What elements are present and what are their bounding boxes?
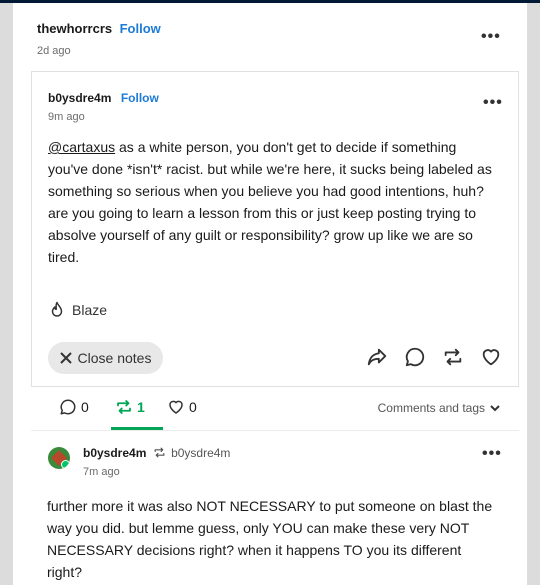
- avatar[interactable]: [48, 447, 70, 469]
- right-gutter: [527, 3, 540, 585]
- post-actions: [366, 346, 502, 368]
- reblogged-from-username[interactable]: b0ysdre4m: [171, 446, 230, 460]
- outer-more-dots-icon[interactable]: •••: [481, 28, 501, 46]
- heart-icon: [169, 400, 183, 414]
- reblog-note: b0ysdre4m b0ysdre4m 7m ago ••• further m…: [31, 430, 519, 585]
- blaze-button[interactable]: Blaze: [48, 301, 107, 319]
- post-body-text: as a white person, you don't get to deci…: [48, 139, 492, 265]
- reblog-more-dots-icon[interactable]: •••: [482, 445, 502, 463]
- reblogs-count: 1: [137, 399, 145, 415]
- comments-count: 0: [81, 399, 89, 415]
- comments-and-tags-dropdown[interactable]: Comments and tags: [378, 401, 501, 415]
- outer-post-time[interactable]: 2d ago: [37, 45, 161, 57]
- reblog-icon[interactable]: [442, 346, 464, 368]
- close-notes-button[interactable]: Close notes: [48, 342, 163, 374]
- likes-count: 0: [189, 399, 197, 415]
- inner-post-header: b0ysdre4m Follow 9m ago: [48, 89, 159, 123]
- post-body: @cartaxus as a white person, you don't g…: [48, 136, 498, 268]
- outer-follow-button[interactable]: Follow: [120, 21, 161, 36]
- flame-icon: [51, 301, 63, 317]
- reblog-badge: [61, 460, 70, 469]
- reblog-icon: [154, 447, 165, 458]
- left-gutter: [0, 3, 13, 585]
- comments-and-tags-label: Comments and tags: [377, 401, 485, 415]
- inner-post-time[interactable]: 9m ago: [48, 111, 159, 123]
- inner-follow-button[interactable]: Follow: [121, 91, 159, 105]
- reblog-time: 7m ago: [83, 466, 120, 478]
- tab-comments[interactable]: 0: [59, 398, 89, 416]
- reblogged-post: b0ysdre4m Follow 9m ago ••• @cartaxus as…: [31, 71, 519, 386]
- reblog-note-header: b0ysdre4m b0ysdre4m 7m ago: [83, 446, 230, 478]
- reblog-icon: [117, 400, 131, 414]
- tab-reblogs[interactable]: 1: [115, 398, 145, 416]
- share-icon[interactable]: [366, 346, 388, 368]
- notes-tabs: 0 1 0 Comments and tags: [31, 386, 519, 430]
- inner-more-dots-icon[interactable]: •••: [483, 94, 503, 112]
- reblog-username[interactable]: b0ysdre4m: [83, 446, 146, 460]
- close-notes-label: Close notes: [77, 350, 152, 366]
- chevron-down-icon: [490, 405, 500, 412]
- close-icon: [59, 352, 72, 364]
- reply-icon[interactable]: [404, 346, 426, 368]
- heart-icon[interactable]: [480, 346, 502, 368]
- outer-post-header: thewhorrcrs Follow 2d ago: [37, 20, 161, 57]
- tab-likes[interactable]: 0: [167, 398, 197, 416]
- inner-username[interactable]: b0ysdre4m: [48, 91, 111, 105]
- blaze-label: Blaze: [72, 302, 108, 318]
- reblog-note-text: further more it was also NOT NECESSARY t…: [47, 498, 493, 580]
- outer-username[interactable]: thewhorrcrs: [37, 21, 112, 36]
- reply-icon: [60, 399, 76, 415]
- mention-link[interactable]: @cartaxus: [48, 139, 115, 155]
